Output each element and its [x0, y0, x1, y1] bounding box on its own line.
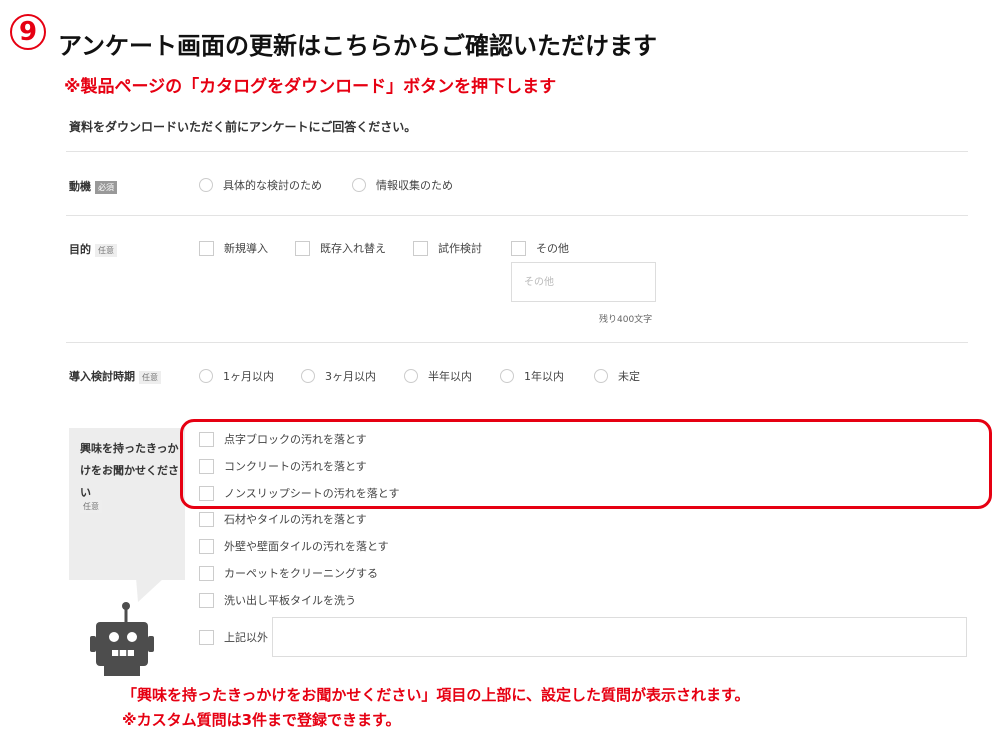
- checkbox-interest-wall[interactable]: 外壁や壁面タイルの汚れを落とす: [199, 538, 389, 554]
- radio-timing-3months[interactable]: 3ヶ月以内: [301, 368, 376, 384]
- checkbox-purpose-new[interactable]: 新規導入: [199, 240, 268, 256]
- radio-button[interactable]: [500, 369, 514, 383]
- radio-motivation-info[interactable]: 情報収集のため: [352, 177, 453, 193]
- radio-button[interactable]: [352, 178, 366, 192]
- checkbox[interactable]: [199, 240, 214, 256]
- optional-badge: 任意: [139, 370, 161, 384]
- divider: [66, 151, 968, 152]
- radio-timing-1year[interactable]: 1年以内: [500, 368, 564, 384]
- optional-badge: 任意: [95, 243, 117, 257]
- radio-button[interactable]: [404, 369, 418, 383]
- checkbox[interactable]: [199, 592, 214, 608]
- checkbox-purpose-trial[interactable]: 試作検討: [413, 240, 482, 256]
- purpose-label: 目的 任意: [69, 241, 117, 257]
- checkbox[interactable]: [199, 565, 214, 581]
- footer-note-1: 「興味を持ったきっかけをお聞かせください」項目の上部に、設定した質問が表示されま…: [122, 686, 750, 704]
- step-number-badge: 9: [10, 14, 46, 50]
- checkbox-purpose-replace[interactable]: 既存入れ替え: [295, 240, 386, 256]
- radio-button[interactable]: [594, 369, 608, 383]
- timing-label: 導入検討時期 任意: [69, 368, 161, 384]
- radio-button[interactable]: [199, 178, 213, 192]
- radio-timing-halfyear[interactable]: 半年以内: [404, 368, 472, 384]
- step-title: アンケート画面の更新はこちらからご確認いただけます: [58, 32, 658, 60]
- interest-other-input[interactable]: [272, 617, 967, 657]
- radio-button[interactable]: [301, 369, 315, 383]
- instruction-note: ※製品ページの「カタログをダウンロード」ボタンを押下します: [64, 77, 557, 97]
- checkbox[interactable]: [413, 240, 428, 256]
- radio-timing-1month[interactable]: 1ヶ月以内: [199, 368, 274, 384]
- footer-note-2: ※カスタム質問は3件まで登録できます。: [122, 711, 401, 729]
- checkbox[interactable]: [199, 538, 214, 554]
- checkbox[interactable]: [511, 240, 526, 256]
- char-counter: 残り400文字: [599, 315, 653, 325]
- divider: [66, 215, 968, 216]
- checkbox-purpose-other[interactable]: その他: [511, 240, 569, 256]
- robot-icon: [90, 602, 154, 676]
- checkbox[interactable]: [295, 240, 310, 256]
- radio-motivation-concrete[interactable]: 具体的な検討のため: [199, 177, 322, 193]
- checkbox-interest-carpet[interactable]: カーペットをクリーニングする: [199, 565, 378, 581]
- purpose-other-input[interactable]: その他: [511, 262, 656, 302]
- radio-timing-undecided[interactable]: 未定: [594, 368, 640, 384]
- interest-label: 興味を持ったきっかけをお聞かせください: [80, 442, 179, 499]
- survey-intro: 資料をダウンロードいただく前にアンケートにご回答ください。: [69, 120, 417, 134]
- checkbox[interactable]: [199, 629, 214, 645]
- motivation-label: 動機 必須: [69, 178, 117, 194]
- required-badge: 必須: [95, 180, 117, 194]
- optional-badge: 任意: [80, 500, 102, 513]
- checkbox-interest-stone[interactable]: 石材やタイルの汚れを落とす: [199, 511, 367, 527]
- checkbox-interest-tile[interactable]: 洗い出し平板タイルを洗う: [199, 592, 356, 608]
- checkbox[interactable]: [199, 511, 214, 527]
- radio-button[interactable]: [199, 369, 213, 383]
- checkbox-interest-other[interactable]: 上記以外: [199, 629, 268, 645]
- divider: [66, 342, 968, 343]
- custom-questions-highlight: [180, 419, 992, 509]
